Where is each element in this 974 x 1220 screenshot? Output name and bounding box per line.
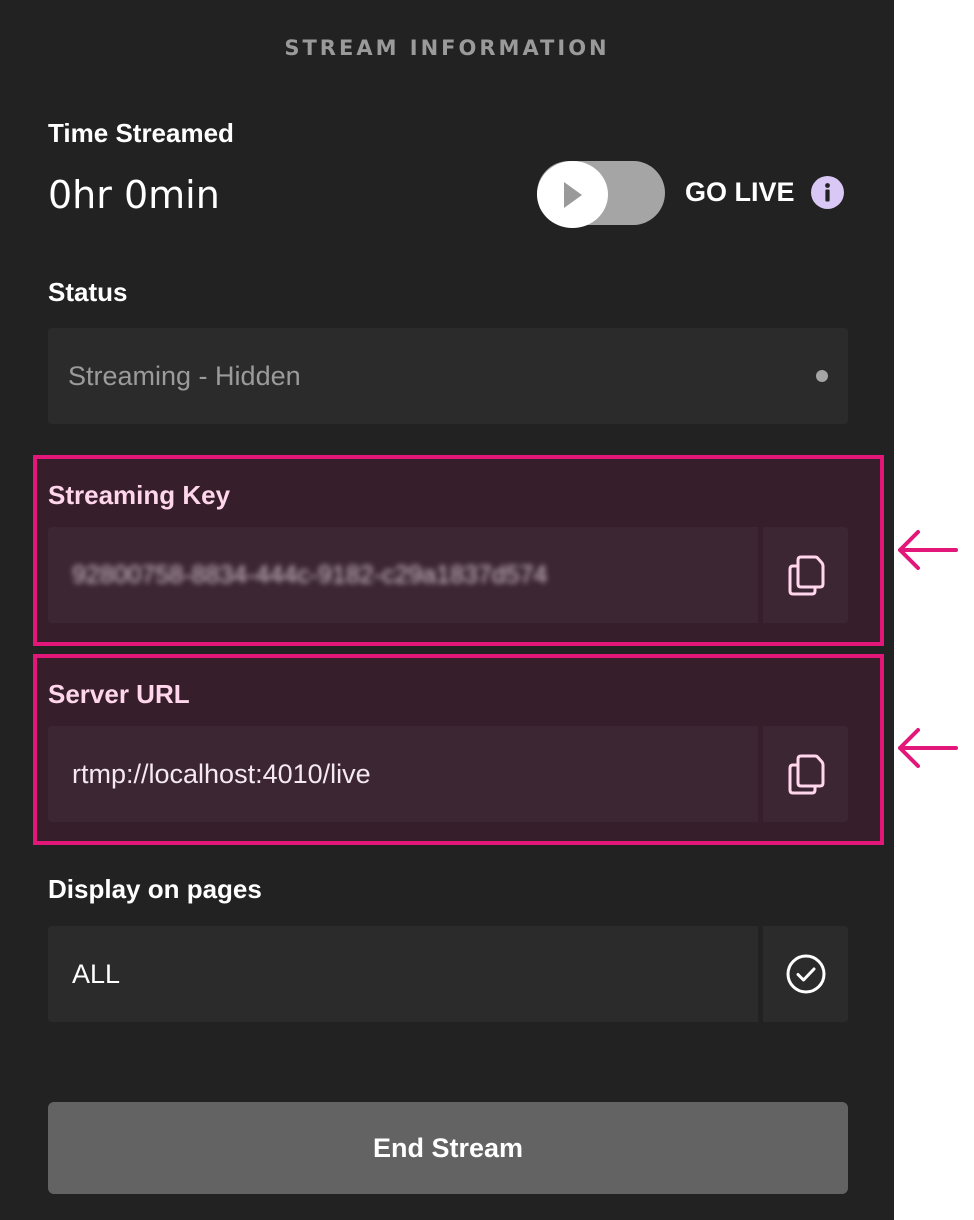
arrow-left-icon bbox=[898, 728, 958, 768]
time-streamed-value: 0hr 0min bbox=[48, 173, 220, 217]
streaming-key-field[interactable]: 92800758-8834-444c-9182-c29a1837d574 bbox=[48, 527, 758, 623]
go-live-label: GO LIVE bbox=[685, 177, 795, 207]
toggle-knob bbox=[537, 161, 608, 228]
copy-streaming-key-button[interactable] bbox=[763, 527, 848, 623]
time-streamed-label: Time Streamed bbox=[48, 118, 234, 148]
copy-icon bbox=[788, 754, 824, 795]
end-stream-button[interactable]: End Stream bbox=[48, 1102, 848, 1194]
display-on-pages-value: ALL bbox=[72, 959, 121, 989]
streaming-key-value: 92800758-8834-444c-9182-c29a1837d574 bbox=[72, 561, 548, 589]
go-live-toggle[interactable] bbox=[537, 161, 665, 228]
display-on-pages-field[interactable]: ALL bbox=[48, 926, 758, 1022]
status-field: Streaming - Hidden bbox=[48, 328, 848, 424]
info-icon[interactable] bbox=[811, 176, 844, 209]
server-url-field[interactable]: rtmp://localhost:4010/live bbox=[48, 726, 758, 822]
copy-icon bbox=[788, 555, 824, 596]
status-label: Status bbox=[48, 277, 128, 307]
check-circle-icon bbox=[786, 954, 825, 994]
server-url-highlight: Server URL rtmp://localhost:4010/live bbox=[33, 654, 884, 845]
display-on-pages-label: Display on pages bbox=[48, 874, 262, 904]
arrow-left-icon bbox=[898, 530, 958, 570]
streaming-key-highlight: Streaming Key 92800758-8834-444c-9182-c2… bbox=[33, 455, 884, 646]
panel-title: STREAM INFORMATION bbox=[284, 36, 610, 60]
streaming-key-label: Streaming Key bbox=[48, 480, 231, 510]
server-url-value: rtmp://localhost:4010/live bbox=[72, 759, 371, 789]
play-icon bbox=[563, 181, 582, 208]
confirm-display-pages-button[interactable] bbox=[763, 926, 848, 1022]
server-url-label: Server URL bbox=[48, 679, 190, 709]
status-indicator bbox=[816, 370, 828, 382]
copy-server-url-button[interactable] bbox=[763, 726, 848, 822]
stream-information-panel: STREAM INFORMATION Time Streamed 0hr 0mi… bbox=[0, 0, 894, 1220]
status-value: Streaming - Hidden bbox=[68, 361, 301, 391]
